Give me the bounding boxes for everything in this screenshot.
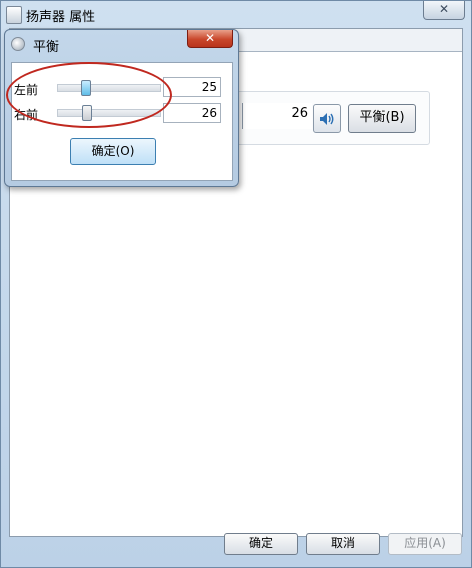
speaker-icon	[320, 112, 334, 125]
left-front-slider-thumb[interactable]	[81, 80, 91, 96]
mute-speaker-button[interactable]	[313, 104, 341, 133]
level-value-field[interactable]: 26	[242, 103, 312, 129]
left-front-value[interactable]: 25	[163, 77, 221, 97]
close-icon: ✕	[438, 2, 450, 16]
balance-button[interactable]: 平衡(B)	[348, 104, 416, 133]
right-front-label: 右前	[14, 108, 39, 122]
balance-icon	[11, 37, 25, 51]
main-close-button[interactable]: ✕	[423, 1, 465, 20]
right-front-value[interactable]: 26	[163, 103, 221, 123]
apply-button[interactable]: 应用(A)	[388, 533, 462, 555]
main-titlebar[interactable]: 扬声器 属性 ✕	[1, 1, 471, 27]
ok-button[interactable]: 确定	[224, 533, 298, 555]
close-icon: ✕	[204, 31, 216, 45]
speaker-properties-icon	[6, 6, 22, 24]
cancel-button[interactable]: 取消	[306, 533, 380, 555]
left-front-slider[interactable]	[57, 80, 161, 96]
balance-ok-button[interactable]: 确定(O)	[70, 138, 156, 165]
left-front-label: 左前	[14, 83, 39, 97]
right-front-slider-thumb[interactable]	[82, 105, 92, 121]
window-title: 扬声器 属性	[26, 10, 96, 25]
balance-dialog-title: 平衡	[33, 40, 60, 55]
balance-close-button[interactable]: ✕	[187, 30, 233, 48]
right-front-slider[interactable]	[57, 105, 161, 121]
balance-dialog-titlebar[interactable]: 平衡 ✕	[5, 30, 238, 55]
